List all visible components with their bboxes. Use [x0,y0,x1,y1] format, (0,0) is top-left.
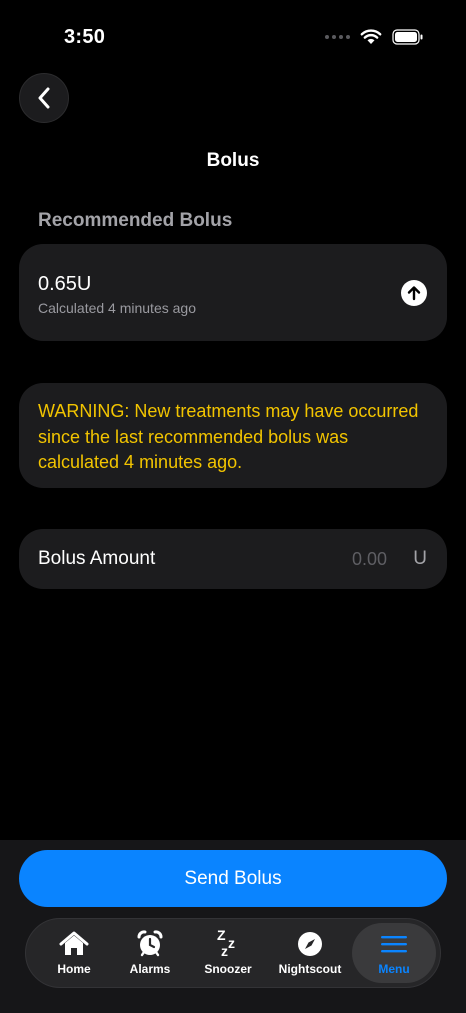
battery-icon [392,29,423,45]
page-title: Bolus [206,150,260,171]
wifi-icon [360,29,382,44]
bolus-amount-row[interactable]: Bolus Amount 0.00 U [19,529,447,589]
tab-bar: Home Alarms Z z z Snoozer Nightscout Men… [25,918,441,988]
arrow-up-icon [407,286,421,301]
recommended-bolus-subtitle: Calculated 4 minutes ago [38,300,196,316]
cellular-signal-icon [325,35,350,39]
warning-card: WARNING: New treatments may have occurre… [19,383,447,488]
recommended-bolus-value: 0.65U [38,273,92,295]
apply-recommended-button[interactable] [401,280,427,306]
tab-menu-label: Menu [378,962,410,976]
tab-snoozer-label: Snoozer [204,962,252,976]
back-button[interactable] [19,73,69,123]
tab-nightscout[interactable]: Nightscout [270,919,350,987]
status-time: 3:50 [64,26,106,48]
tab-alarms[interactable]: Alarms [110,919,190,987]
compass-icon [298,932,322,956]
status-icons [325,29,424,45]
recommended-bolus-card[interactable]: 0.65U Calculated 4 minutes ago [19,244,447,341]
recommended-bolus-header: Recommended Bolus [38,210,233,231]
alarm-clock-icon [137,930,163,957]
tab-menu[interactable]: Menu [354,919,434,987]
bolus-amount-unit: U [413,548,427,569]
house-icon [59,931,89,955]
send-bolus-button[interactable]: Send Bolus [19,850,447,907]
bolus-amount-label: Bolus Amount [38,548,156,569]
tab-home[interactable]: Home [34,919,114,987]
status-bar: 3:50 [0,0,466,70]
tab-alarms-label: Alarms [129,962,171,976]
tab-home-label: Home [57,962,91,976]
zzz-icon: Z z z [217,927,235,959]
chevron-left-icon [38,87,50,109]
bolus-amount-input[interactable]: 0.00 [352,549,387,570]
warning-text: WARNING: New treatments may have occurre… [38,401,419,472]
tab-snoozer[interactable]: Z z z Snoozer [188,919,268,987]
tab-nightscout-label: Nightscout [278,962,342,976]
menu-icon [381,936,407,953]
